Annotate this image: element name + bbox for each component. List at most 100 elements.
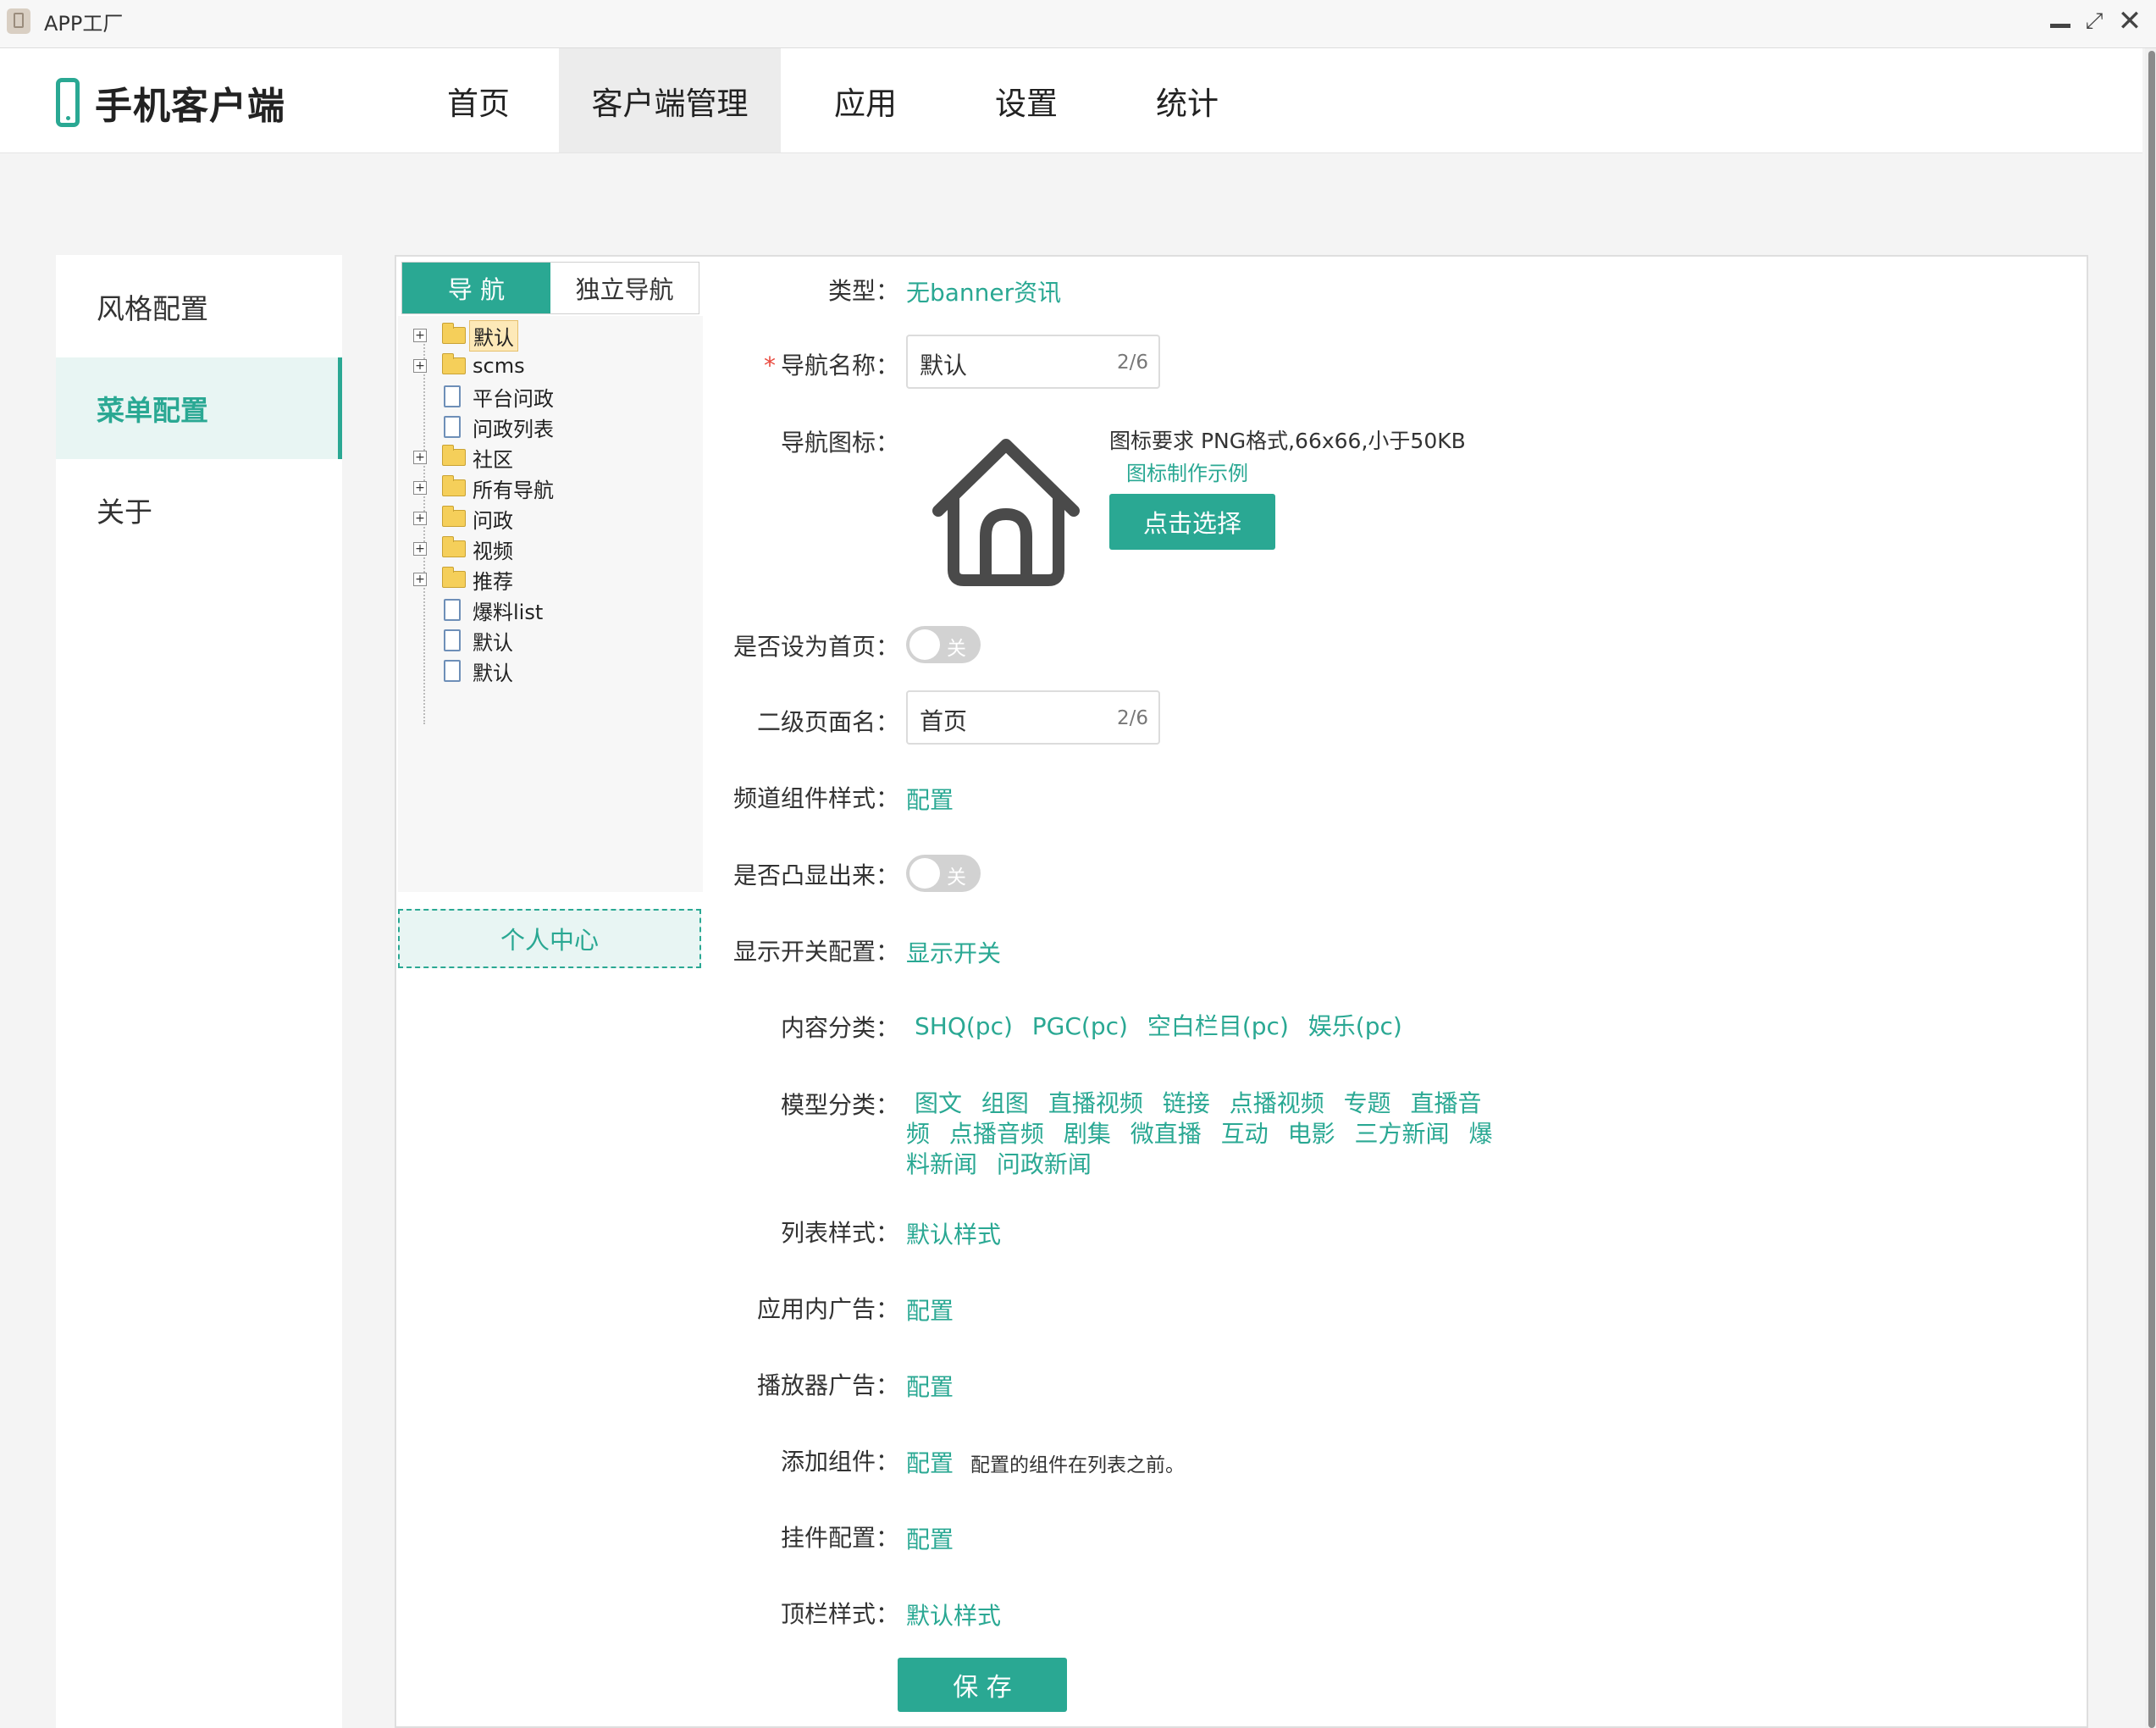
icon-requirement-text: 图标要求 PNG格式,66x66,小于50KB [1109, 429, 1466, 453]
topbar-style-link[interactable]: 默认样式 [906, 1598, 1001, 1631]
nav-name-input[interactable]: 默认 2/6 [906, 335, 1160, 389]
model-category-item[interactable]: 微直播 [1131, 1120, 1202, 1148]
type-value-link[interactable]: 无banner资讯 [906, 274, 1061, 308]
nav-apps[interactable]: 应用 [781, 48, 950, 152]
personal-center-button[interactable]: 个人中心 [398, 909, 701, 968]
house-icon[interactable] [921, 426, 1091, 595]
display-switch-label: 显示开关配置 [730, 933, 899, 967]
tree-node[interactable]: + 默认 [398, 319, 701, 352]
file-icon [444, 599, 461, 621]
second-page-counter: 2/6 [1116, 707, 1148, 729]
nav-settings[interactable]: 设置 [950, 48, 1103, 152]
minimize-icon[interactable] [2048, 8, 2073, 34]
expand-icon[interactable]: + [413, 573, 427, 586]
tree-node-label: 视频 [473, 539, 513, 563]
model-category-item[interactable]: 直播音 [1411, 1089, 1482, 1117]
expand-icon[interactable]: + [413, 481, 427, 495]
model-category-item[interactable]: 图文 [915, 1089, 962, 1117]
second-page-input[interactable]: 首页 2/6 [906, 690, 1160, 745]
add-component-note: 配置的组件在列表之前。 [970, 1454, 1185, 1476]
model-category-item[interactable]: 点播音频 [949, 1120, 1044, 1148]
sidebar-item-menu-config[interactable]: 菜单配置 [56, 357, 342, 459]
expand-icon[interactable]: + [413, 359, 427, 373]
phone-icon [56, 78, 80, 127]
tab-independent-navigation[interactable]: 独立导航 [550, 263, 699, 313]
tree-node[interactable]: 默认 [398, 626, 701, 655]
highlight-toggle[interactable]: 关 [906, 855, 981, 892]
model-category-item[interactable]: 爆 [1468, 1120, 1492, 1148]
file-icon [444, 385, 461, 407]
in-app-ad-label: 应用内广告 [730, 1291, 899, 1325]
model-category-item[interactable]: 互动 [1221, 1120, 1269, 1148]
homepage-toggle[interactable]: 关 [906, 626, 981, 663]
file-icon [444, 629, 461, 651]
list-style-label: 列表样式 [730, 1215, 899, 1249]
player-ad-link[interactable]: 配置 [906, 1369, 954, 1403]
channel-style-link[interactable]: 配置 [906, 782, 954, 816]
model-category-item[interactable]: 电影 [1288, 1120, 1335, 1148]
select-icon-button[interactable]: 点击选择 [1109, 494, 1275, 550]
icon-example-link[interactable]: 图标制作示例 [1126, 457, 1248, 486]
top-nav: 首页 客户端管理 应用 设置 统计 [398, 48, 1272, 152]
tree-node[interactable]: + 推荐 [398, 565, 701, 594]
model-category-item[interactable]: 链接 [1163, 1089, 1210, 1117]
tree-node-label: 社区 [473, 447, 513, 472]
folder-icon [442, 445, 466, 466]
content-category-item[interactable]: PGC(pc) [1032, 1012, 1128, 1040]
type-label: 类型 [730, 273, 899, 307]
tree-node[interactable]: 默认 [398, 656, 701, 685]
file-icon [444, 660, 461, 682]
save-button[interactable]: 保 存 [898, 1658, 1067, 1712]
close-icon[interactable]: ✕ [2117, 4, 2142, 38]
tree-node-label: 平台问政 [473, 386, 554, 411]
file-icon [444, 416, 461, 438]
toggle-label: 关 [947, 638, 966, 660]
highlight-label: 是否凸显出来 [730, 857, 899, 891]
model-category-item[interactable]: 料新闻 [906, 1150, 977, 1178]
folder-icon [442, 323, 466, 344]
model-category-item[interactable]: 直播视频 [1048, 1089, 1143, 1117]
list-style-link[interactable]: 默认样式 [906, 1216, 1001, 1250]
in-app-ad-link[interactable]: 配置 [906, 1293, 954, 1326]
scrollbar-thumb[interactable] [2148, 51, 2155, 1728]
nav-home[interactable]: 首页 [398, 48, 559, 152]
model-category-item[interactable]: 组图 [981, 1089, 1029, 1117]
model-category-item[interactable]: 问政新闻 [997, 1150, 1092, 1178]
content-category-item[interactable]: SHQ(pc) [915, 1012, 1013, 1040]
tree-tabs: 导 航 独立导航 [401, 262, 699, 314]
tree-node[interactable]: 爆料list [398, 595, 701, 624]
nav-statistics[interactable]: 统计 [1103, 48, 1272, 152]
tree-node-label: 所有导航 [473, 478, 554, 502]
expand-icon[interactable]: + [413, 512, 427, 525]
widget-config-link[interactable]: 配置 [906, 1521, 954, 1555]
tree-node[interactable]: 问政列表 [398, 413, 701, 441]
model-category-item[interactable]: 三方新闻 [1355, 1120, 1450, 1148]
nav-name-counter: 2/6 [1116, 352, 1148, 374]
display-switch-link[interactable]: 显示开关 [906, 935, 1001, 969]
tree-node[interactable]: 平台问政 [398, 382, 701, 411]
expand-icon[interactable]: + [413, 542, 427, 556]
model-category-item[interactable]: 频 [906, 1120, 930, 1148]
tab-navigation[interactable]: 导 航 [402, 263, 550, 313]
brand: 手机客户端 [56, 75, 285, 130]
tree-node[interactable]: + 所有导航 [398, 474, 701, 502]
second-page-value: 首页 [920, 707, 968, 735]
expand-icon[interactable]: + [413, 451, 427, 464]
model-category-item[interactable]: 专题 [1344, 1089, 1391, 1117]
sidebar-item-style-config[interactable]: 风格配置 [56, 256, 342, 357]
add-component-link[interactable]: 配置 [906, 1445, 954, 1479]
tree-node[interactable]: + 问政 [398, 504, 701, 533]
nav-client-management[interactable]: 客户端管理 [559, 48, 781, 152]
maximize-icon[interactable]: ⤢ [2081, 8, 2107, 34]
tree-node[interactable]: + scms [398, 352, 701, 380]
content-category-item[interactable]: 娱乐(pc) [1308, 1012, 1402, 1040]
content-category-item[interactable]: 空白栏目(pc) [1147, 1012, 1289, 1040]
tree-node[interactable]: + 视频 [398, 534, 701, 563]
model-category-item[interactable]: 点播视频 [1230, 1089, 1324, 1117]
sidebar-item-about[interactable]: 关于 [56, 459, 342, 561]
expand-icon[interactable]: + [413, 329, 427, 342]
tree-node[interactable]: + 社区 [398, 443, 701, 472]
toggle-label: 关 [947, 867, 966, 889]
second-page-label: 二级页面名 [730, 704, 899, 738]
model-category-item[interactable]: 剧集 [1064, 1120, 1111, 1148]
